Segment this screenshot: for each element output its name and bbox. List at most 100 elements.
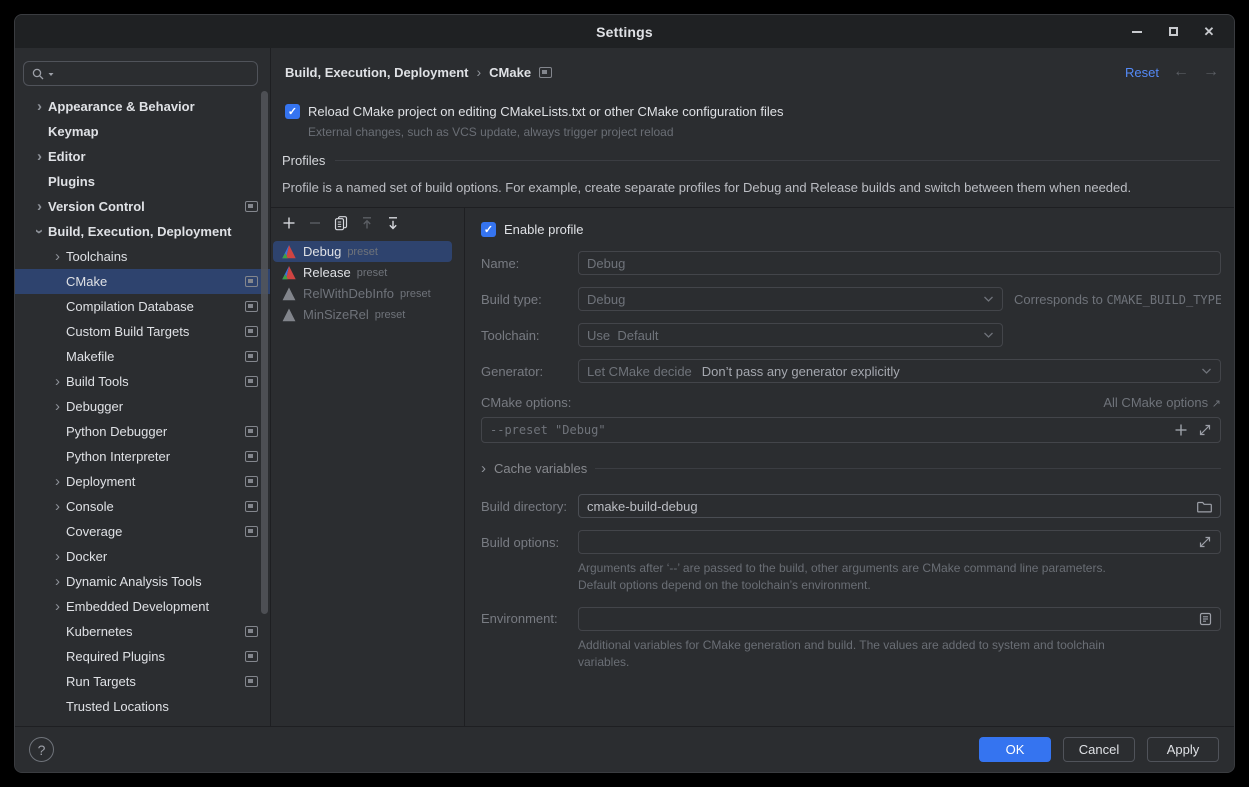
sidebar-item-label: Custom Build Targets xyxy=(66,324,189,339)
chevron-right-icon[interactable]: › xyxy=(31,199,48,214)
sidebar-item-dynamic-analysis-tools[interactable]: ›Dynamic Analysis Tools xyxy=(15,569,270,594)
chevron-right-icon[interactable]: › xyxy=(49,574,66,589)
sidebar-item-version-control[interactable]: ›Version Control xyxy=(15,194,270,219)
sidebar-item-keymap[interactable]: ›Keymap xyxy=(15,119,270,144)
enable-profile-checkbox[interactable]: ✓ xyxy=(481,222,496,237)
copy-profile-button[interactable] xyxy=(333,215,349,231)
project-settings-icon xyxy=(245,651,258,662)
ok-button[interactable]: OK xyxy=(979,737,1051,762)
folder-icon[interactable] xyxy=(1197,500,1212,513)
back-arrow-icon[interactable]: ← xyxy=(1173,63,1189,81)
project-settings-icon xyxy=(245,376,258,387)
search-input[interactable] xyxy=(23,61,258,86)
chevron-right-icon[interactable]: › xyxy=(49,249,66,264)
name-field[interactable]: Debug xyxy=(578,251,1221,275)
sidebar-item-appearance-behavior[interactable]: ›Appearance & Behavior xyxy=(15,94,270,119)
chevron-right-icon[interactable]: › xyxy=(49,549,66,564)
sidebar-item-python-debugger[interactable]: ›Python Debugger xyxy=(15,419,270,444)
project-settings-icon xyxy=(245,426,258,437)
breadcrumb-group[interactable]: Build, Execution, Deployment xyxy=(285,65,468,80)
apply-button[interactable]: Apply xyxy=(1147,737,1219,762)
sidebar-item-build-execution-deployment[interactable]: ›Build, Execution, Deployment xyxy=(15,219,270,244)
help-button[interactable]: ? xyxy=(29,737,54,762)
chevron-down-icon xyxy=(983,331,994,339)
toolchain-select[interactable]: Use Default xyxy=(578,323,1003,347)
chevron-right-icon[interactable]: › xyxy=(49,399,66,414)
environment-field[interactable] xyxy=(578,607,1221,631)
sidebar-item-toolchains[interactable]: ›Toolchains xyxy=(15,244,270,269)
toolchain-label: Toolchain: xyxy=(481,328,578,343)
profiles-section-title: Profiles xyxy=(282,153,325,168)
sidebar-item-console[interactable]: ›Console xyxy=(15,494,270,519)
sidebar-item-label: Trusted Locations xyxy=(66,699,169,714)
sidebar-item-build-tools[interactable]: ›Build Tools xyxy=(15,369,270,394)
minimize-button[interactable] xyxy=(1126,21,1148,43)
sidebar-item-embedded-development[interactable]: ›Embedded Development xyxy=(15,594,270,619)
profile-item-debug[interactable]: Debugpreset xyxy=(273,241,452,262)
build-directory-field[interactable]: cmake-build-debug xyxy=(578,494,1221,518)
cmake-options-value: --preset "Debug" xyxy=(490,423,606,437)
sidebar-item-label: Appearance & Behavior xyxy=(48,99,195,114)
maximize-button[interactable] xyxy=(1162,21,1184,43)
titlebar: Settings ✕ xyxy=(15,15,1234,48)
chevron-right-icon[interactable]: › xyxy=(49,599,66,614)
cache-variables-toggle[interactable]: › Cache variables xyxy=(481,461,1221,476)
toolchain-value: Use Default xyxy=(587,328,659,343)
build-type-select[interactable]: Debug xyxy=(578,287,1003,311)
sidebar-item-deployment[interactable]: ›Deployment xyxy=(15,469,270,494)
chevron-down-icon xyxy=(983,295,994,303)
sidebar-item-compilation-database[interactable]: ›Compilation Database xyxy=(15,294,270,319)
sidebar-item-required-plugins[interactable]: ›Required Plugins xyxy=(15,644,270,669)
build-options-field[interactable] xyxy=(578,530,1221,554)
sidebar-item-label: Debugger xyxy=(66,399,123,414)
move-up-button[interactable] xyxy=(359,215,375,231)
profile-item-relwithdebinfo[interactable]: RelWithDebInfopreset xyxy=(273,283,452,304)
sidebar-item-kubernetes[interactable]: ›Kubernetes xyxy=(15,619,270,644)
sidebar-item-label: Deployment xyxy=(66,474,135,489)
chevron-right-icon[interactable]: › xyxy=(49,374,66,389)
profile-item-release[interactable]: Releasepreset xyxy=(273,262,452,283)
chevron-right-icon[interactable]: › xyxy=(31,99,48,114)
sidebar-item-plugins[interactable]: ›Plugins xyxy=(15,169,270,194)
sidebar-scrollbar[interactable] xyxy=(261,91,268,614)
sidebar-item-debugger[interactable]: ›Debugger xyxy=(15,394,270,419)
minimize-icon xyxy=(1132,31,1142,33)
all-cmake-options-link[interactable]: All CMake options ↗ xyxy=(1103,395,1221,410)
profiles-items: DebugpresetReleasepresetRelWithDebInfopr… xyxy=(271,241,464,325)
sidebar-item-trusted-locations[interactable]: ›Trusted Locations xyxy=(15,694,270,719)
reset-link[interactable]: Reset xyxy=(1125,65,1159,80)
expand-field-icon[interactable] xyxy=(1198,535,1212,549)
profile-item-minsizerel[interactable]: MinSizeRelpreset xyxy=(273,304,452,325)
reload-cmake-checkbox[interactable]: ✓ xyxy=(285,104,300,119)
sidebar-item-coverage[interactable]: ›Coverage xyxy=(15,519,270,544)
generator-select[interactable]: Let CMake decide Don’t pass any generato… xyxy=(578,359,1221,383)
sidebar-item-editor[interactable]: ›Editor xyxy=(15,144,270,169)
add-profile-button[interactable] xyxy=(281,215,297,231)
build-type-hint: Corresponds to CMAKE_BUILD_TYPE xyxy=(1014,292,1221,307)
chevron-right-icon[interactable]: › xyxy=(49,474,66,489)
sidebar-item-makefile[interactable]: ›Makefile xyxy=(15,344,270,369)
search-history-caret-icon xyxy=(47,70,55,78)
sidebar-item-docker[interactable]: ›Docker xyxy=(15,544,270,569)
chevron-right-icon[interactable]: › xyxy=(31,149,48,164)
expand-field-icon[interactable] xyxy=(1198,423,1212,437)
cmake-profile-icon xyxy=(281,307,297,323)
environment-variables-icon[interactable] xyxy=(1199,612,1212,626)
remove-profile-button[interactable] xyxy=(307,215,323,231)
sidebar-item-custom-build-targets[interactable]: ›Custom Build Targets xyxy=(15,319,270,344)
sidebar-item-python-interpreter[interactable]: ›Python Interpreter xyxy=(15,444,270,469)
window-controls: ✕ xyxy=(1126,15,1220,48)
sidebar-item-run-targets[interactable]: ›Run Targets xyxy=(15,669,270,694)
project-settings-icon xyxy=(245,451,258,462)
chevron-down-icon[interactable]: › xyxy=(32,223,47,240)
chevron-right-icon[interactable]: › xyxy=(49,499,66,514)
cmake-options-field[interactable]: --preset "Debug" xyxy=(481,417,1221,443)
close-button[interactable]: ✕ xyxy=(1198,21,1220,43)
add-option-icon[interactable] xyxy=(1174,423,1188,437)
forward-arrow-icon[interactable]: → xyxy=(1203,63,1219,81)
reload-cmake-checkbox-row: ✓ Reload CMake project on editing CMakeL… xyxy=(285,104,1220,119)
cancel-button[interactable]: Cancel xyxy=(1063,737,1135,762)
sidebar-item-cmake[interactable]: ›CMake xyxy=(15,269,270,294)
sidebar-item-label: Kubernetes xyxy=(66,624,133,639)
move-down-button[interactable] xyxy=(385,215,401,231)
